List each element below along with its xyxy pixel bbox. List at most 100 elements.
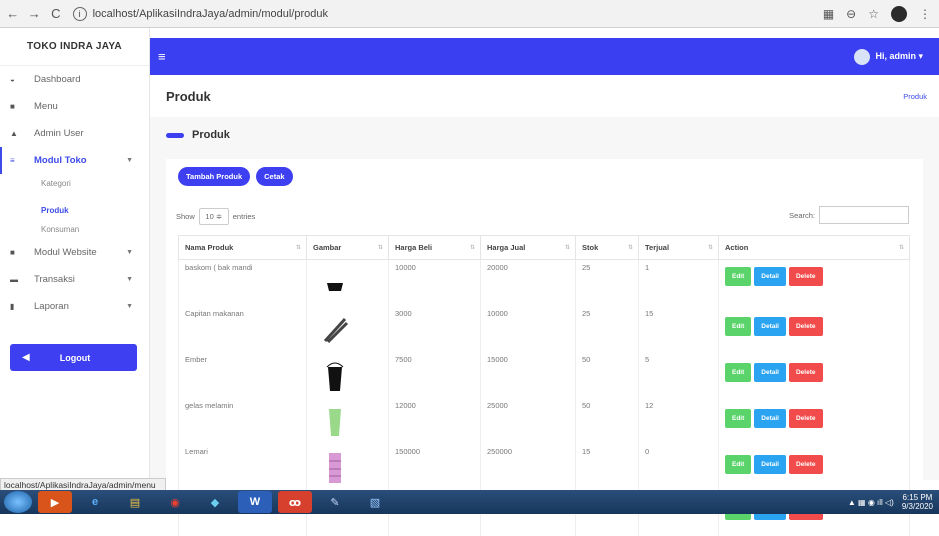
- more-menu-icon[interactable]: ⋮: [919, 7, 931, 21]
- brand-title: TOKO INDRA JAYA: [0, 28, 149, 66]
- detail-button[interactable]: Detail: [754, 363, 786, 382]
- breadcrumb[interactable]: Produk: [903, 92, 927, 101]
- sort-icon: ⇅: [564, 245, 570, 251]
- edit-button[interactable]: Edit: [725, 409, 752, 428]
- dashboard-icon: ◒: [10, 75, 15, 84]
- column-header-harga-beli[interactable]: Harga Beli ⇅: [388, 235, 481, 260]
- cell-buy-price: 12000: [388, 398, 481, 444]
- delete-button[interactable]: Delete: [788, 409, 823, 428]
- sidebar-item-modul-website[interactable]: ■ Modul Website ▼: [0, 239, 149, 266]
- delete-button[interactable]: Delete: [788, 455, 823, 474]
- column-header-harga-jual[interactable]: Harga Jual ⇅: [480, 235, 576, 260]
- sidebar-subitem-kategori[interactable]: Kategori: [0, 174, 149, 193]
- cell-buy-price: 7500: [388, 352, 481, 398]
- user-menu[interactable]: Hi, admin ▾: [854, 48, 923, 65]
- sidebar-subitem-produk[interactable]: Produk: [0, 201, 149, 220]
- translate-icon[interactable]: ▦: [823, 7, 834, 21]
- browser-toolbar: ← → C i localhost/AplikasiIndraJaya/admi…: [0, 0, 939, 28]
- app-icon[interactable]: ▧: [358, 491, 392, 513]
- sidebar-item-dashboard[interactable]: ◒ Dashboard: [0, 66, 149, 93]
- back-arrow-icon[interactable]: ←: [4, 6, 22, 21]
- detail-button[interactable]: Detail: [754, 455, 786, 474]
- section-title: Produk: [192, 129, 230, 141]
- column-header-nama[interactable]: Nama Produk ⇅: [178, 235, 307, 260]
- paint-icon[interactable]: ✎: [318, 491, 352, 513]
- cell-sold: 0: [638, 444, 719, 490]
- sidebar-subitem-konsuman[interactable]: Konsuman: [0, 220, 149, 239]
- add-product-button[interactable]: Tambah Produk: [178, 167, 251, 186]
- edit-button[interactable]: Edit: [725, 363, 752, 382]
- reload-icon[interactable]: C: [47, 6, 65, 21]
- sidebar-item-modul-toko[interactable]: ≡ Modul Toko ▼: [0, 147, 149, 174]
- header-label: Action: [725, 243, 749, 252]
- list-icon: ≡: [10, 156, 15, 165]
- star-icon[interactable]: ☆: [868, 7, 879, 21]
- edit-button[interactable]: Edit: [725, 317, 752, 336]
- cell-sold: 15: [638, 306, 719, 352]
- search-control: Search:: [789, 206, 909, 224]
- header-label: Stok: [582, 243, 599, 252]
- main-content: Produk Produk Produk Tambah Produk Cetak…: [150, 75, 939, 536]
- section-bar-icon: [166, 132, 184, 138]
- logout-button[interactable]: ◀ Logout: [10, 344, 137, 371]
- column-header-action[interactable]: Action ⇅: [718, 235, 910, 260]
- sidebar-item-menu[interactable]: ■ Menu: [0, 93, 149, 120]
- forward-arrow-icon[interactable]: →: [26, 6, 44, 21]
- media-player-icon[interactable]: ▶: [38, 491, 72, 513]
- zoom-icon[interactable]: ⊖: [846, 7, 856, 21]
- delete-button[interactable]: Delete: [788, 363, 823, 382]
- table-row: baskom ( bak mandi 10000 20000 25 1 Edit…: [178, 259, 910, 306]
- print-button[interactable]: Cetak: [256, 167, 293, 186]
- column-header-stok[interactable]: Stok ⇅: [575, 235, 639, 260]
- detail-button[interactable]: Detail: [754, 267, 786, 286]
- cell-image: [306, 444, 389, 490]
- cell-name: Capitan makanan: [178, 306, 307, 352]
- sort-icon: ⇅: [377, 245, 383, 251]
- edit-button[interactable]: Edit: [725, 455, 752, 474]
- clock[interactable]: 6:15 PM 9/3/2020: [902, 493, 933, 511]
- hamburger-icon[interactable]: ≡: [158, 49, 166, 64]
- word-icon[interactable]: W: [238, 491, 272, 513]
- xampp-icon[interactable]: ꝏ: [278, 491, 312, 513]
- sort-icon: ⇅: [295, 245, 301, 251]
- sidebar-item-label: Dashboard: [34, 74, 81, 85]
- cell-actions: EditDetailDelete: [718, 352, 910, 398]
- entries-label: entries: [232, 212, 256, 221]
- chrome-icon[interactable]: ◉: [158, 491, 192, 513]
- sidebar-item-laporan[interactable]: ▮ Laporan ▼: [0, 293, 149, 320]
- delete-button[interactable]: Delete: [788, 267, 823, 286]
- sidebar-item-label: Laporan: [34, 301, 69, 312]
- tray-icons[interactable]: ▲ ▦ ◉ ıll ◁): [848, 498, 894, 507]
- entries-select[interactable]: 10 ≑: [198, 208, 229, 225]
- sidebar-item-label: Modul Website: [34, 247, 97, 258]
- sidebar-item-admin-user[interactable]: ▲ Admin User: [0, 120, 149, 147]
- folder-icon[interactable]: ◆: [198, 491, 232, 513]
- section-heading: Produk: [150, 117, 939, 153]
- sidebar-item-transaksi[interactable]: ▬ Transaksi ▼: [0, 266, 149, 293]
- table-row: gelas melamin 12000 25000 50 12 Edit Deta…: [178, 398, 910, 444]
- cell-image: [306, 352, 389, 398]
- user-label: Hi, admin ▾: [875, 51, 923, 61]
- internet-explorer-icon[interactable]: e: [78, 491, 112, 513]
- product-image-glass: [329, 409, 341, 436]
- delete-button[interactable]: Delete: [788, 317, 823, 336]
- info-icon[interactable]: i: [72, 6, 87, 21]
- table-row: Lemari 150000 250000 15 0 Edit Detail Dele…: [178, 444, 910, 490]
- column-header-terjual[interactable]: Terjual ⇅: [638, 235, 719, 260]
- search-input[interactable]: [819, 206, 909, 224]
- profile-avatar-icon[interactable]: [891, 5, 907, 22]
- file-explorer-icon[interactable]: ▤: [118, 491, 152, 513]
- detail-button[interactable]: Detail: [754, 317, 786, 336]
- edit-button[interactable]: Edit: [725, 267, 752, 286]
- table-row: Ember 7500 15000 50 5 Edit Detail Delete: [178, 352, 910, 398]
- address-bar[interactable]: i localhost/AplikasiIndraJaya/admin/modu…: [72, 4, 823, 24]
- cell-buy-price: 150000: [388, 444, 481, 490]
- header-label: Terjual: [645, 243, 670, 252]
- sidebar-item-label: Modul Toko: [34, 155, 87, 166]
- chevron-down-icon: ▼: [126, 157, 133, 164]
- detail-button[interactable]: Detail: [754, 409, 786, 428]
- logout-label: Logout: [59, 352, 91, 363]
- column-header-gambar[interactable]: Gambar ⇅: [306, 235, 389, 260]
- product-card: Tambah Produk Cetak Show 10 ≑ entries Se…: [166, 159, 923, 536]
- start-button-icon[interactable]: [4, 491, 32, 513]
